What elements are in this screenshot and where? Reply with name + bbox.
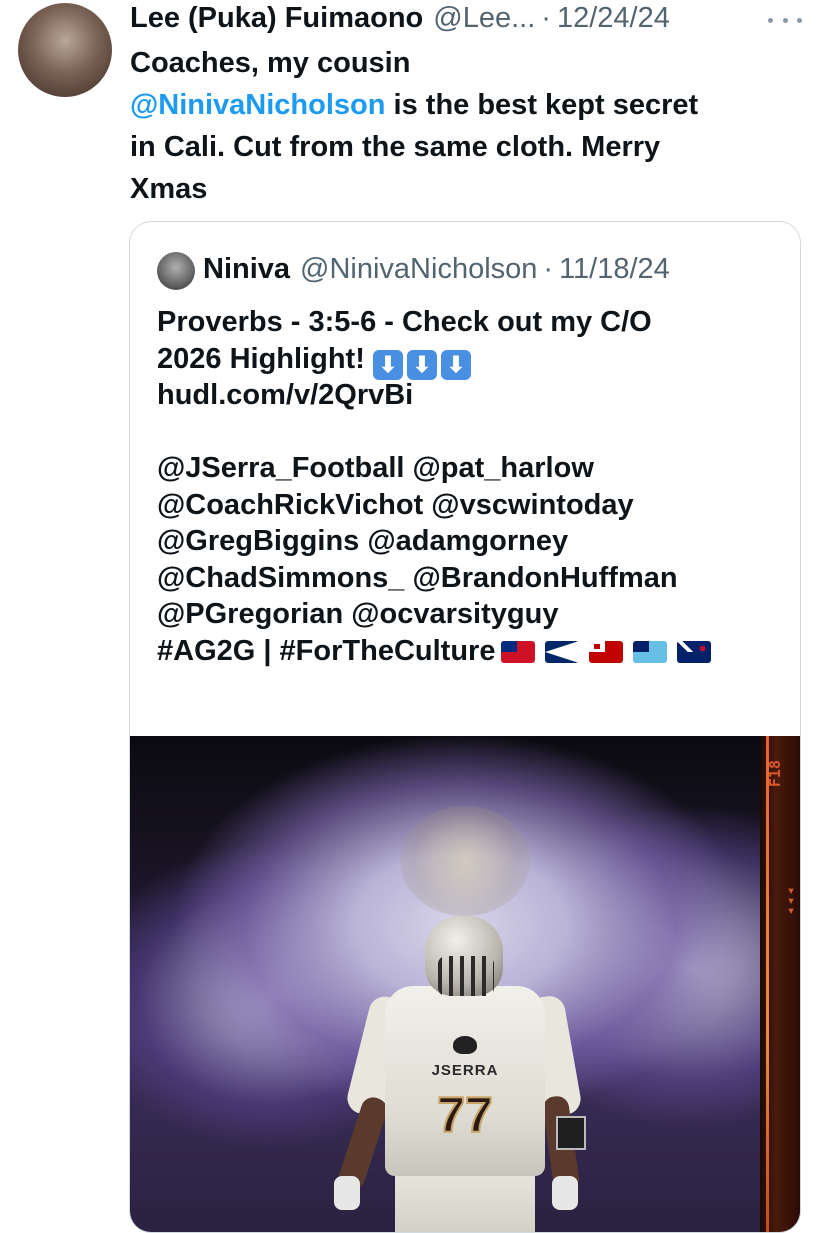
football-pants (395, 1171, 535, 1232)
tweet-text-line: Coaches, my cousin (130, 47, 411, 79)
quoted-author-avatar[interactable] (157, 252, 195, 290)
flag-row (501, 640, 712, 663)
tweet-text-line: in Cali. Cut from the same cloth. Merry (130, 131, 661, 163)
author-avatar[interactable] (18, 3, 112, 97)
highlight-link[interactable]: hudl.com/v/2QrvBi (157, 377, 787, 414)
facemask (438, 956, 494, 996)
quoted-text-line: 2026 Highlight! ⬇ ⬇ ⬇ (157, 341, 787, 380)
quoted-mentions-line[interactable]: @JSerra_Football @pat_harlow (157, 450, 787, 487)
header-separator: · (541, 2, 551, 34)
jersey-number: 77 (436, 1086, 494, 1144)
right-glove (552, 1176, 578, 1210)
new-zealand-flag-icon (677, 640, 712, 663)
american-samoa-flag-icon (545, 640, 580, 663)
down-arrow-icon: ⬇ (440, 349, 471, 380)
fiji-flag-icon (633, 640, 668, 663)
football-player: JSERRA 77 (330, 916, 590, 1232)
jersey: JSERRA 77 (385, 986, 545, 1176)
more-dot (797, 17, 802, 23)
quoted-text-line (157, 414, 787, 451)
mention-link[interactable]: @NinivaNicholson (130, 89, 385, 121)
quoted-tweet-card[interactable]: Niniva @NinivaNicholson · 11/18/24 Prove… (129, 221, 801, 1233)
quoted-mentions-line[interactable]: @GregBiggins @adamgorney (157, 523, 787, 560)
quoted-text-fragment: 2026 Highlight! (157, 342, 365, 375)
author-handle[interactable]: @Lee... (433, 2, 535, 35)
quoted-header-separator: · (543, 253, 554, 285)
quoted-mentions-line[interactable]: @ChadSimmons_ @BrandonHuffman (157, 560, 787, 597)
more-dot (782, 17, 788, 23)
quoted-mentions-line[interactable]: @CoachRickVichot @vscwintoday (157, 487, 787, 524)
quoted-mentions-line[interactable]: @PGregorian @ocvarsityguy (157, 596, 787, 633)
quoted-text-line: Proverbs - 3:5-6 - Check out my C/O (157, 306, 652, 338)
more-dot (768, 17, 773, 23)
highlight-photo[interactable]: F18 ▲▲▲ JSERRA 77 (130, 736, 800, 1232)
film-edge: F18 ▲▲▲ (760, 736, 800, 1232)
quoted-author-handle[interactable]: @NinivaNicholson (300, 253, 537, 286)
quoted-tweet-date[interactable]: 11/18/24 (559, 253, 670, 286)
tweet-date[interactable]: 12/24/24 (557, 2, 670, 35)
film-marking-small: ▲▲▲ (786, 886, 796, 916)
wristband (556, 1116, 586, 1150)
hashtags-line: #AG2G | #ForTheCulture (157, 633, 787, 670)
stadium-light-glow (400, 806, 530, 916)
more-options-icon[interactable] (768, 10, 802, 30)
tonga-flag-icon (589, 640, 624, 663)
tweet-header: Lee (Puka) Fuimaono @Lee... · 12/24/24 (130, 2, 730, 36)
jersey-logo-icon (453, 1036, 477, 1054)
film-marking: F18 (766, 760, 784, 788)
down-arrow-icon: ⬇ (406, 349, 437, 380)
hashtags[interactable]: #AG2G | #ForTheCulture (157, 635, 495, 667)
tweet-text: Coaches, my cousin @NinivaNicholson is t… (130, 42, 790, 210)
quoted-tweet-text: Proverbs - 3:5-6 - Check out my C/O 2026… (157, 304, 787, 669)
quoted-tweet-header: Niniva @NinivaNicholson · 11/18/24 (203, 253, 670, 286)
author-name[interactable]: Lee (Puka) Fuimaono (130, 2, 423, 35)
left-glove (334, 1176, 360, 1210)
samoa-flag-icon (501, 640, 536, 663)
tweet-text-line: @NinivaNicholson is the best kept secret (130, 84, 790, 126)
down-arrow-icon: ⬇ (372, 349, 403, 380)
quoted-author-name[interactable]: Niniva (203, 253, 290, 286)
tweet-text-fragment: is the best kept secret (385, 89, 699, 121)
jersey-school: JSERRA (431, 1062, 499, 1079)
tweet-text-line: Xmas (130, 173, 208, 205)
